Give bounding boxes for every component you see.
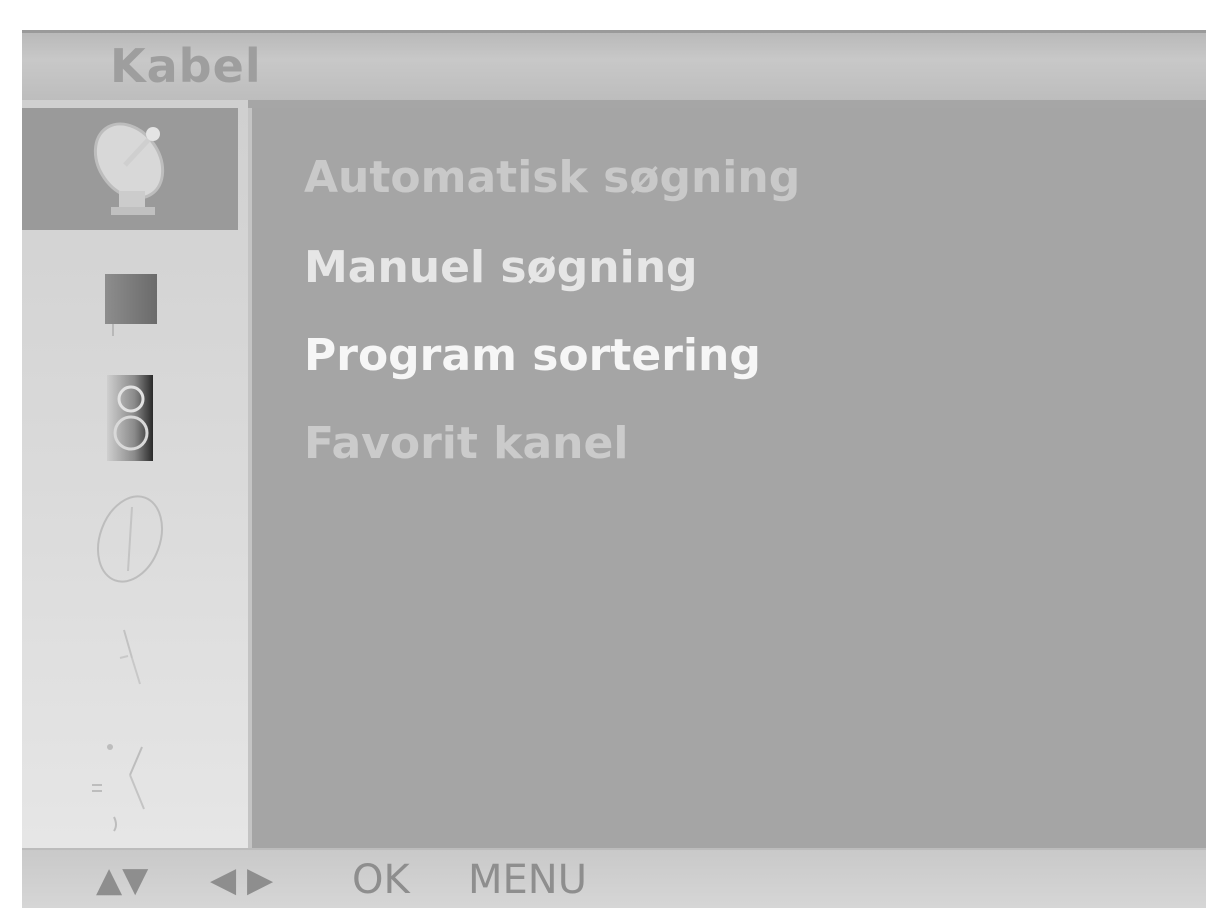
menu-item-program-sort[interactable]: Program sortering — [304, 328, 761, 384]
left-right-arrows-icon: ◀ ▶ — [210, 860, 274, 900]
key-hint-bar: ▲▼ ◀ ▶ OK MENU — [22, 848, 1206, 908]
sidebar-item-sound[interactable] — [22, 362, 238, 472]
menu-item-manual-search[interactable]: Manuel søgning — [304, 240, 698, 296]
sidebar-item-station[interactable] — [22, 108, 238, 230]
up-down-arrows-icon: ▲▼ — [96, 860, 149, 900]
menu-panel: Automatisk søgning Manuel søgning Progra… — [248, 108, 1206, 848]
sidebar — [22, 100, 248, 848]
menu-item-auto-search[interactable]: Automatisk søgning — [304, 150, 800, 206]
speaker-icon — [107, 375, 153, 461]
menu-key-hint: MENU — [468, 857, 587, 903]
sidebar-item-setup[interactable] — [22, 722, 238, 842]
title-bar: Kabel — [22, 30, 1206, 100]
picture-icon — [105, 274, 157, 336]
ok-key-hint: OK — [352, 857, 410, 903]
page-title: Kabel — [110, 39, 262, 93]
menu-item-favorite-channel[interactable]: Favorit kanel — [304, 416, 628, 472]
sidebar-item-time[interactable] — [22, 484, 238, 594]
osd-window: Kabel Automatisk søgning Manuel søgning … — [22, 30, 1206, 908]
special-icon — [119, 629, 141, 685]
clock-icon — [97, 495, 163, 583]
setup-icon — [92, 744, 145, 832]
satellite-dish-icon — [93, 122, 165, 215]
sidebar-item-picture[interactable] — [22, 250, 238, 350]
sidebar-item-special[interactable] — [22, 608, 238, 708]
